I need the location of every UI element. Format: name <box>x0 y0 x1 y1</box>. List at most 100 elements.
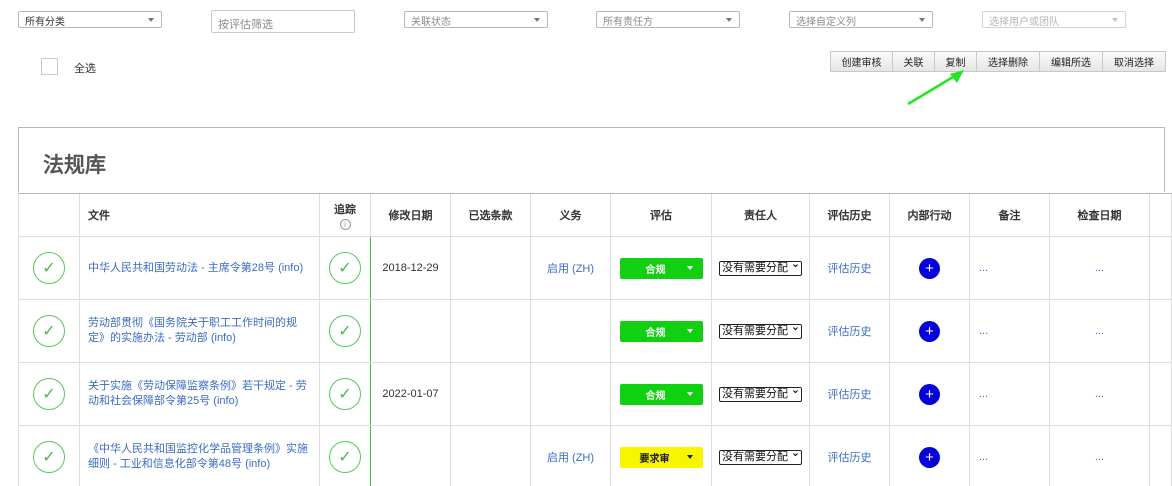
header-action-label: 内部行动 <box>907 210 952 222</box>
notes-cell: ... <box>970 426 1050 486</box>
header-check-date-label: 检查日期 <box>1077 210 1122 222</box>
relation-status-select[interactable]: 关联状态 <box>404 11 548 28</box>
history-cell: 评估历史 <box>810 363 890 425</box>
action-cell: + <box>890 300 970 362</box>
header-track[interactable]: 追踪 i <box>320 194 371 236</box>
owner-select[interactable]: 没有需要分配 <box>719 323 802 339</box>
history-cell: 评估历史 <box>810 300 890 362</box>
header-evaluation[interactable]: 评估 <box>611 194 712 236</box>
status-check-icon: ✓ <box>33 378 65 410</box>
delete-selected-button[interactable]: 选择删除 <box>976 51 1040 72</box>
notes-cell: ... <box>970 363 1050 425</box>
header-notes[interactable]: 备注 <box>970 194 1050 236</box>
track-check-icon[interactable]: ✓ <box>329 378 361 410</box>
history-cell: 评估历史 <box>810 237 890 299</box>
notes-cell: ... <box>970 237 1050 299</box>
clauses-cell <box>451 237 531 299</box>
header-history[interactable]: 评估历史 <box>810 194 890 236</box>
edit-selected-button[interactable]: 编辑所选 <box>1039 51 1103 72</box>
header-owner-label: 责任人 <box>744 210 777 222</box>
add-action-icon[interactable]: + <box>919 383 940 405</box>
owner-filter-select[interactable]: 所有责任方 <box>596 11 740 28</box>
evaluation-cell: 合规 <box>611 300 712 362</box>
notes-link[interactable]: ... <box>979 451 988 463</box>
table-row: ✓ 关于实施《劳动保障监察条例》若干规定 - 劳动和社会保障部令第25号 (in… <box>18 363 1172 426</box>
row-status-cell: ✓ <box>18 363 80 425</box>
row-status-cell: ✓ <box>18 237 80 299</box>
deselect-button[interactable]: 取消选择 <box>1102 51 1166 72</box>
history-link[interactable]: 评估历史 <box>828 260 872 276</box>
info-icon[interactable]: i <box>339 218 351 230</box>
obligation-link[interactable]: 启用 (ZH) <box>547 449 594 465</box>
header-document[interactable]: 文件 <box>80 194 320 236</box>
modified-cell: 2018-12-29 <box>371 237 451 299</box>
obligation-link[interactable]: 启用 (ZH) <box>547 260 594 276</box>
extra-cell <box>1150 237 1172 299</box>
clauses-cell <box>451 426 531 486</box>
track-check-icon[interactable]: ✓ <box>329 315 361 347</box>
evaluation-dropdown[interactable]: 合规 <box>619 257 703 279</box>
table-row: ✓ 劳动部贯彻《国务院关于职工工作时间的规定》的实施办法 - 劳动部 (info… <box>18 300 1172 363</box>
document-link[interactable]: 中华人民共和国劳动法 - 主席令第28号 (info) <box>88 261 303 276</box>
notes-cell: ... <box>970 300 1050 362</box>
header-evaluation-label: 评估 <box>650 210 672 222</box>
evaluation-cell: 合规 <box>611 363 712 425</box>
add-action-icon[interactable]: + <box>919 320 940 342</box>
document-link[interactable]: 《中华人民共和国监控化学品管理条例》实施细则 - 工业和信息化部令第48号 (i… <box>88 442 309 472</box>
status-check-icon: ✓ <box>33 441 65 473</box>
extra-cell <box>1150 300 1172 362</box>
header-check-date[interactable]: 检查日期 <box>1050 194 1150 236</box>
evaluation-dropdown[interactable]: 合规 <box>619 383 703 405</box>
evaluation-dropdown[interactable]: 要求审 <box>619 446 703 468</box>
check-date-link[interactable]: ... <box>1095 388 1104 400</box>
regulation-table: 文件 追踪 i 修改日期 已选条款 义务 评估 责任人 评估历史 内部行动 备注… <box>18 193 1172 486</box>
document-cell: 劳动部贯彻《国务院关于职工工作时间的规定》的实施办法 - 劳动部 (info) <box>80 300 320 362</box>
category-filter-select[interactable]: 所有分类 <box>18 11 162 28</box>
document-link[interactable]: 劳动部贯彻《国务院关于职工工作时间的规定》的实施办法 - 劳动部 (info) <box>88 316 309 346</box>
document-link[interactable]: 关于实施《劳动保障监察条例》若干规定 - 劳动和社会保障部令第25号 (info… <box>88 379 309 409</box>
evaluation-filter-input[interactable]: 按评估筛选 <box>211 10 355 33</box>
table-header-row: 文件 追踪 i 修改日期 已选条款 义务 评估 责任人 评估历史 内部行动 备注… <box>18 193 1172 237</box>
track-cell: ✓ <box>320 300 371 362</box>
notes-link[interactable]: ... <box>979 388 988 400</box>
add-action-icon[interactable]: + <box>919 257 940 279</box>
owner-cell: 没有需要分配 <box>712 300 810 362</box>
header-document-label: 文件 <box>88 210 110 222</box>
select-all-label: 全选 <box>74 63 96 75</box>
select-all-checkbox[interactable] <box>41 58 58 75</box>
obligation-cell: 启用 (ZH) <box>531 237 611 299</box>
track-check-icon[interactable]: ✓ <box>329 252 361 284</box>
owner-cell: 没有需要分配 <box>712 426 810 486</box>
header-action[interactable]: 内部行动 <box>890 194 970 236</box>
owner-select[interactable]: 没有需要分配 <box>719 260 802 276</box>
header-clauses-label: 已选条款 <box>468 210 513 222</box>
user-team-select[interactable]: 选择用户或团队 <box>982 11 1126 28</box>
owner-select[interactable]: 没有需要分配 <box>719 449 802 465</box>
track-check-icon[interactable]: ✓ <box>329 441 361 473</box>
obligation-cell: 启用 (ZH) <box>531 426 611 486</box>
history-link[interactable]: 评估历史 <box>828 386 872 402</box>
check-date-link[interactable]: ... <box>1095 325 1104 337</box>
history-link[interactable]: 评估历史 <box>828 323 872 339</box>
header-obligation[interactable]: 义务 <box>531 194 611 236</box>
check-date-link[interactable]: ... <box>1095 451 1104 463</box>
owner-select[interactable]: 没有需要分配 <box>719 386 802 402</box>
notes-link[interactable]: ... <box>979 325 988 337</box>
action-cell: + <box>890 426 970 486</box>
header-clauses[interactable]: 已选条款 <box>451 194 531 236</box>
check-date-cell: ... <box>1050 426 1150 486</box>
document-cell: 中华人民共和国劳动法 - 主席令第28号 (info) <box>80 237 320 299</box>
check-date-link[interactable]: ... <box>1095 262 1104 274</box>
add-action-icon[interactable]: + <box>919 446 940 468</box>
custom-column-select[interactable]: 选择自定义列 <box>789 11 933 28</box>
clauses-cell <box>451 363 531 425</box>
create-audit-button[interactable]: 创建审核 <box>830 51 893 72</box>
obligation-cell <box>531 363 611 425</box>
table-row: ✓ 《中华人民共和国监控化学品管理条例》实施细则 - 工业和信息化部令第48号 … <box>18 426 1172 486</box>
header-owner[interactable]: 责任人 <box>712 194 810 236</box>
history-link[interactable]: 评估历史 <box>828 449 872 465</box>
header-modified[interactable]: 修改日期 <box>371 194 451 236</box>
evaluation-dropdown[interactable]: 合规 <box>619 320 703 342</box>
history-cell: 评估历史 <box>810 426 890 486</box>
notes-link[interactable]: ... <box>979 262 988 274</box>
